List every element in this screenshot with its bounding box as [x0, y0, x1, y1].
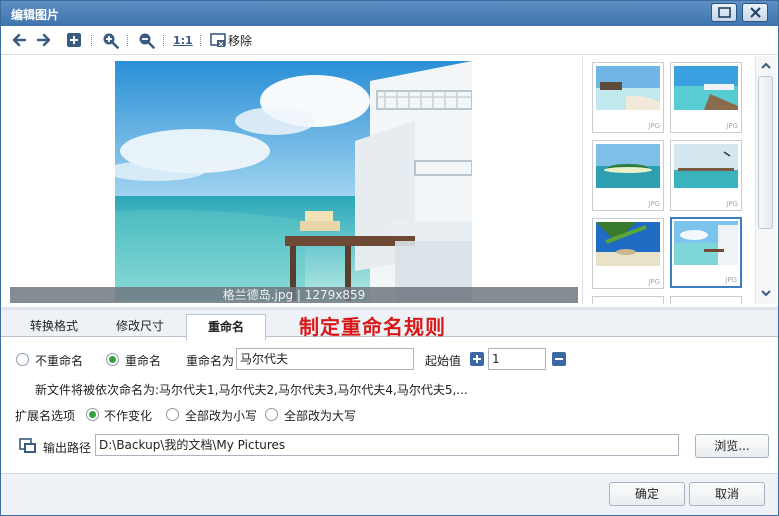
image-preview — [6, 56, 582, 304]
increment-button[interactable] — [470, 352, 484, 366]
output-path-input[interactable]: D:\Backup\我的文档\My Pictures — [95, 434, 679, 456]
thumbnail-image — [596, 66, 660, 110]
toolbar: 1:1 移除 — [1, 26, 778, 55]
file-ext-label: JPG — [648, 200, 660, 208]
thumbnail-7[interactable] — [592, 296, 664, 304]
toolbar-separator — [91, 35, 92, 46]
rename-as-label: 重命名为 — [186, 354, 235, 368]
scroll-thumb[interactable] — [758, 76, 773, 229]
tab-convert-format[interactable]: 转换格式 — [13, 314, 95, 339]
chevron-up-icon[interactable] — [759, 60, 773, 72]
thumbnail-3[interactable]: JPG — [592, 140, 664, 211]
remove-image-icon — [210, 32, 226, 47]
extension-options-label: 扩展名选项 — [15, 409, 76, 423]
thumbnail-2[interactable]: JPG — [670, 62, 742, 133]
arrow-left-icon — [12, 33, 27, 47]
thumbnail-image — [674, 144, 738, 188]
remove-button[interactable]: 移除 — [210, 31, 252, 49]
preview-photo — [115, 61, 472, 301]
file-ext-label: JPG — [648, 122, 660, 130]
start-value-input[interactable]: 1 — [488, 348, 546, 370]
rename-rule-annotation: 制定重命名规则 — [299, 315, 446, 339]
arrow-right-icon — [36, 33, 51, 47]
rename-radio[interactable] — [106, 353, 119, 366]
thumbnail-1[interactable]: JPG — [592, 62, 664, 133]
thumbnail-image — [674, 221, 738, 265]
window-title: 编辑图片 — [11, 8, 60, 22]
toolbar-separator — [163, 35, 164, 46]
output-path-label: 输出路径 — [43, 441, 92, 455]
ext-no-change-label: 不作变化 — [104, 409, 153, 423]
actual-size-label: 1:1 — [173, 33, 193, 47]
file-ext-label: JPG — [726, 200, 738, 208]
file-ext-label: JPG — [726, 122, 738, 130]
ext-no-change-radio[interactable] — [86, 408, 99, 421]
add-image-button[interactable] — [66, 31, 82, 49]
previous-button[interactable] — [11, 31, 27, 49]
thumbnail-image — [596, 144, 660, 188]
image-caption: 格兰德岛.jpg | 1279x859 — [10, 287, 578, 303]
minus-icon — [555, 358, 563, 360]
decrement-button[interactable] — [552, 352, 566, 366]
chevron-down-icon[interactable] — [759, 287, 773, 299]
zoom-in-button[interactable] — [102, 31, 119, 49]
close-button[interactable] — [742, 3, 768, 22]
file-ext-label: JPG — [648, 278, 660, 286]
tab-rename[interactable]: 重命名 — [186, 314, 266, 341]
thumbnail-6-selected[interactable]: JPG — [670, 217, 742, 288]
thumbnail-5[interactable]: JPG — [592, 218, 664, 289]
zoom-out-button[interactable] — [138, 31, 155, 49]
cancel-button[interactable]: 取消 — [689, 482, 765, 506]
file-ext-label: JPG — [725, 276, 737, 284]
zoom-out-icon — [139, 33, 155, 49]
browse-button[interactable]: 浏览... — [695, 434, 769, 458]
actual-size-button[interactable]: 1:1 — [173, 31, 193, 49]
toolbar-separator — [200, 35, 201, 46]
edit-image-dialog: 编辑图片 1:1 移除 格兰德岛.jpg | 1279x859 JPG JPG … — [0, 0, 779, 516]
thumbnail-4[interactable]: JPG — [670, 140, 742, 211]
zoom-in-icon — [103, 33, 119, 49]
ext-uppercase-label: 全部改为大写 — [284, 409, 357, 423]
tab-resize[interactable]: 修改尺寸 — [99, 314, 181, 339]
thumbnail-8[interactable] — [670, 296, 742, 304]
rename-as-input[interactable]: 马尔代夫 — [236, 348, 414, 370]
maximize-icon — [718, 7, 731, 18]
no-rename-radio[interactable] — [16, 353, 29, 366]
output-folder-icon — [19, 438, 36, 453]
start-value-label: 起始值 — [425, 354, 462, 368]
ext-uppercase-radio[interactable] — [265, 408, 278, 421]
plus-icon — [473, 355, 481, 363]
rename-label: 重命名 — [125, 354, 162, 368]
thumbnail-panel: JPG JPG JPG JPG JPG JPG — [582, 56, 776, 304]
no-rename-label: 不重命名 — [35, 354, 84, 368]
plus-square-icon — [67, 33, 81, 47]
close-icon — [750, 7, 761, 18]
ext-lowercase-label: 全部改为小写 — [185, 409, 258, 423]
next-button[interactable] — [36, 31, 52, 49]
ok-button[interactable]: 确定 — [609, 482, 685, 506]
thumbnail-scrollbar[interactable] — [755, 56, 776, 304]
thumbnail-image — [674, 66, 738, 110]
ext-lowercase-radio[interactable] — [166, 408, 179, 421]
toolbar-separator — [127, 35, 128, 46]
thumbnail-image — [596, 222, 660, 266]
maximize-button[interactable] — [711, 3, 737, 22]
title-bar: 编辑图片 — [1, 1, 778, 26]
rename-preview-text: 新文件将被依次命名为:马尔代夫1,马尔代夫2,马尔代夫3,马尔代夫4,马尔代夫5… — [35, 383, 468, 397]
remove-label: 移除 — [228, 33, 253, 48]
